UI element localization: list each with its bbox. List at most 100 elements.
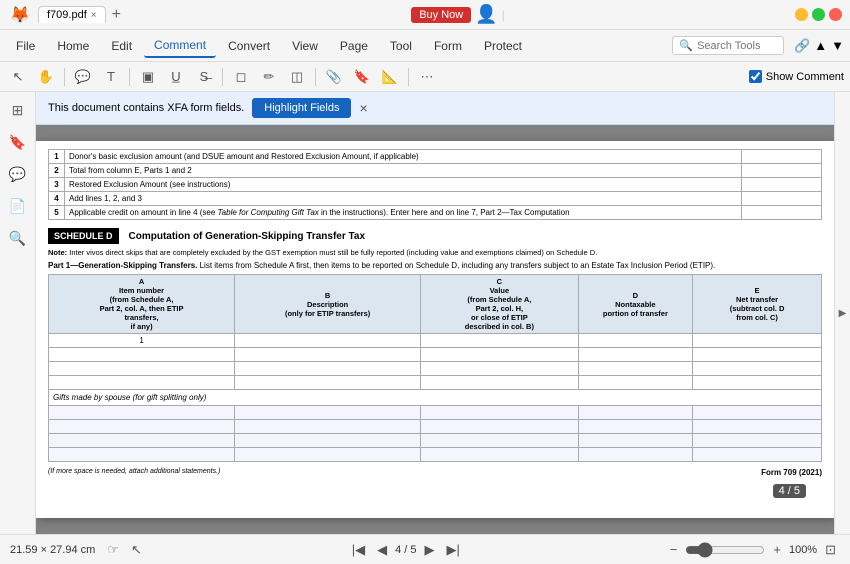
schedule-note: Note: Inter vivos direct skips that are …: [48, 248, 822, 257]
schedule-title: Computation of Generation-Skipping Trans…: [129, 231, 366, 242]
scroll-right-indicator: ▶: [839, 308, 847, 319]
menu-edit[interactable]: Edit: [101, 35, 142, 57]
xfa-close-button[interactable]: ×: [359, 100, 367, 116]
table-row: [49, 348, 822, 362]
external-link-button[interactable]: 🔗: [794, 38, 810, 54]
app-icon: 🦊: [8, 3, 32, 27]
search-tools-input[interactable]: [697, 40, 777, 52]
strikethrough-button[interactable]: S̶: [192, 65, 216, 89]
tab-filename: f709.pdf: [47, 9, 87, 21]
tab-close-button[interactable]: ×: [91, 10, 97, 21]
attach-button[interactable]: 📎: [322, 65, 346, 89]
minimize-button[interactable]: [795, 8, 808, 21]
xfa-message: This document contains XFA form fields.: [48, 102, 244, 114]
zoom-out-button[interactable]: −: [666, 540, 682, 559]
xfa-notification-bar: This document contains XFA form fields. …: [36, 92, 834, 125]
show-comment-container: Show Comment: [749, 70, 844, 83]
table-row: 5 Applicable credit on amount in line 4 …: [49, 206, 822, 220]
buy-now-button[interactable]: Buy Now: [411, 7, 471, 23]
table-row: [49, 376, 822, 390]
hand-tool-button[interactable]: ✋: [34, 65, 58, 89]
hand-tool-bottom-button[interactable]: ☞: [103, 540, 123, 560]
menu-page[interactable]: Page: [330, 35, 378, 57]
maximize-button[interactable]: [812, 8, 825, 21]
column-header-row: AItem number(from Schedule A,Part 2, col…: [49, 275, 822, 334]
footer-note: (If more space is needed, attach additio…: [48, 468, 220, 477]
titlebar-controls: [795, 8, 842, 21]
table-row: [49, 406, 822, 420]
pdf-dimensions: 21.59 × 27.94 cm: [10, 544, 95, 556]
sidebar-bookmark-icon[interactable]: 🔖: [6, 130, 30, 154]
chevron-up-button[interactable]: ▲: [814, 38, 827, 54]
zoom-controls: − + 100% ⊡: [666, 540, 840, 560]
separator2: [129, 68, 130, 86]
table-row: [49, 362, 822, 376]
sidebar-comment-icon[interactable]: 💬: [6, 162, 30, 186]
form-number: Form 709 (2021): [761, 468, 822, 477]
measure-button[interactable]: 📐: [378, 65, 402, 89]
highlight-fields-button[interactable]: Highlight Fields: [252, 98, 351, 118]
gifts-label-row: Gifts made by spouse (for gift splitting…: [49, 390, 822, 406]
fit-page-button[interactable]: ⊡: [821, 540, 840, 560]
pdf-content: 1 Donor's basic exclusion amount (and DS…: [36, 141, 834, 485]
select-tool-button[interactable]: ↖: [6, 65, 30, 89]
show-comment-label: Show Comment: [766, 71, 844, 83]
last-page-button[interactable]: ▶|: [443, 540, 464, 560]
chevron-down-button[interactable]: ▼: [831, 38, 844, 54]
table-row: 4 Add lines 1, 2, and 3: [49, 192, 822, 206]
search-icon: 🔍: [679, 39, 693, 52]
menu-tool[interactable]: Tool: [380, 35, 422, 57]
sidebar-attachment-icon[interactable]: 📄: [6, 194, 30, 218]
zoom-level: 100%: [789, 544, 817, 556]
page-navigation: |◀ ◀ 4 / 5 ▶ ▶|: [154, 540, 658, 560]
file-tab[interactable]: f709.pdf ×: [38, 6, 106, 23]
menu-home[interactable]: Home: [47, 35, 99, 57]
pencil-button[interactable]: ✏: [257, 65, 281, 89]
eraser-button[interactable]: ◫: [285, 65, 309, 89]
table-row: 3 Restored Exclusion Amount (see instruc…: [49, 178, 822, 192]
separator: |: [502, 8, 505, 22]
table-row: 1: [49, 334, 822, 348]
new-tab-button[interactable]: +: [112, 6, 121, 24]
more-tools-button[interactable]: ⋯: [415, 65, 439, 89]
sidebar-left: ⊞ 🔖 💬 📄 🔍: [0, 92, 36, 534]
schedule-header-row: SCHEDULE D Computation of Generation-Ski…: [48, 228, 822, 244]
zoom-slider[interactable]: [685, 542, 765, 558]
main-area: ⊞ 🔖 💬 📄 🔍 This document contains XFA for…: [0, 92, 850, 534]
stamp-button[interactable]: 🔖: [350, 65, 374, 89]
menu-convert[interactable]: Convert: [218, 35, 280, 57]
highlight-button[interactable]: ▣: [136, 65, 160, 89]
show-comment-checkbox[interactable]: [749, 70, 762, 83]
zoom-in-button[interactable]: +: [769, 540, 785, 559]
separator3: [222, 68, 223, 86]
sticky-note-button[interactable]: 💬: [71, 65, 95, 89]
part1-header: Part 1—Generation-Skipping Transfers. Li…: [48, 261, 822, 270]
sidebar-search-icon[interactable]: 🔍: [6, 226, 30, 250]
next-page-button[interactable]: ▶: [421, 540, 439, 560]
prev-page-button[interactable]: ◀: [373, 540, 391, 560]
underline-button[interactable]: U̲: [164, 65, 188, 89]
close-button[interactable]: [829, 8, 842, 21]
table-row: [49, 448, 822, 462]
search-tools-box[interactable]: 🔍: [672, 36, 784, 55]
user-icon: 👤: [475, 4, 497, 25]
cursor-tools: ☞ ↖: [103, 540, 146, 560]
table-row: 1 Donor's basic exclusion amount (and DS…: [49, 150, 822, 164]
titlebar: 🦊 f709.pdf × + Buy Now 👤 |: [0, 0, 850, 30]
menu-comment[interactable]: Comment: [144, 34, 216, 58]
pdf-page: 1 Donor's basic exclusion amount (and DS…: [36, 141, 834, 518]
table-row: [49, 420, 822, 434]
first-page-button[interactable]: |◀: [348, 540, 369, 560]
menu-protect[interactable]: Protect: [474, 35, 532, 57]
text-comment-button[interactable]: T: [99, 65, 123, 89]
titlebar-center: Buy Now 👤 |: [411, 4, 505, 25]
menu-view[interactable]: View: [282, 35, 328, 57]
shape-button[interactable]: ◻: [229, 65, 253, 89]
sidebar-page-thumbnail-icon[interactable]: ⊞: [6, 98, 30, 122]
menu-file[interactable]: File: [6, 35, 45, 57]
window-extra-controls: 🔗 ▲ ▼: [794, 38, 844, 54]
menu-form[interactable]: Form: [424, 35, 472, 57]
select-tool-bottom-button[interactable]: ↖: [127, 540, 146, 560]
schedule-label: SCHEDULE D: [48, 228, 119, 244]
bottombar-left: 21.59 × 27.94 cm: [10, 544, 95, 556]
